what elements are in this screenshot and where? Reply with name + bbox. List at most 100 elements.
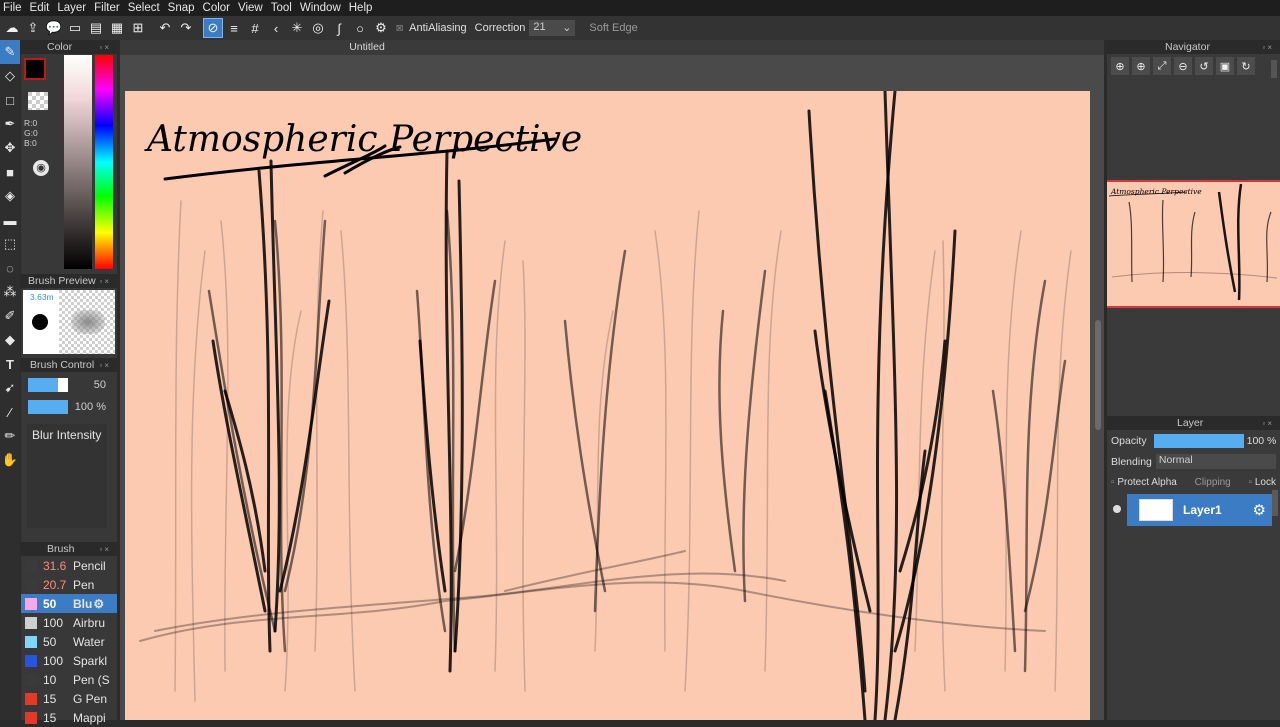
snap-settings-icon[interactable]: ⚙ bbox=[371, 18, 391, 38]
brush-item[interactable]: 15 G Pen bbox=[21, 689, 117, 708]
vertical-scrollbar[interactable] bbox=[1095, 320, 1101, 430]
brightness-slider[interactable] bbox=[64, 55, 92, 269]
brush-item[interactable]: 50 Water bbox=[21, 632, 117, 651]
rectangle-tool-icon[interactable]: □ bbox=[0, 88, 20, 112]
operation-tool-icon[interactable]: ➹ bbox=[0, 376, 20, 400]
pen-tool-icon[interactable]: ✒ bbox=[0, 112, 20, 136]
snap-perspective-icon[interactable]: ‹ bbox=[266, 18, 286, 38]
snap-grid-icon[interactable]: # bbox=[245, 18, 265, 38]
checkbox-icon[interactable]: ☒ bbox=[396, 24, 403, 33]
soft-edge-label[interactable]: Soft Edge bbox=[589, 22, 637, 34]
panel-controls-icon[interactable]: ▫× bbox=[99, 545, 111, 554]
eyedropper-tool-icon[interactable]: ✏ bbox=[0, 424, 20, 448]
menu-window[interactable]: Window bbox=[297, 2, 346, 14]
menu-view[interactable]: View bbox=[235, 2, 268, 14]
brush-item[interactable]: 100 Airbru bbox=[21, 613, 117, 632]
brush-opacity-slider[interactable]: 100 % bbox=[28, 398, 117, 416]
snap-radial-icon[interactable]: ✳ bbox=[287, 18, 307, 38]
drawing-canvas[interactable]: Atmospheric Perpective bbox=[125, 91, 1090, 720]
brush-size-slider[interactable]: 50 bbox=[28, 376, 117, 394]
clipping-checkbox[interactable]: Clipping bbox=[1195, 477, 1231, 488]
gradient-tool-icon[interactable]: ▬ bbox=[0, 208, 20, 232]
snap-off-icon[interactable]: ⊘ bbox=[203, 18, 223, 38]
menu-help[interactable]: Help bbox=[346, 2, 378, 14]
brush-name: Mappi bbox=[73, 710, 106, 725]
lock-checkbox[interactable]: ▫ Lock bbox=[1249, 477, 1276, 488]
brush-item[interactable]: 10 Pen (S bbox=[21, 670, 117, 689]
hand-tool-icon[interactable]: ✋ bbox=[0, 448, 20, 472]
fill-rect-tool-icon[interactable]: ■ bbox=[0, 160, 20, 184]
palette-icon[interactable]: ◉ bbox=[33, 160, 49, 176]
rotate-right-icon[interactable]: ↻ bbox=[1237, 57, 1255, 75]
select-pen-tool-icon[interactable]: ✐ bbox=[0, 304, 20, 328]
snap-curve-icon[interactable]: ∫ bbox=[329, 18, 349, 38]
snap-parallel-icon[interactable]: ≡ bbox=[224, 18, 244, 38]
snap-circle-icon[interactable]: ◎ bbox=[308, 18, 328, 38]
snap-ellipse-icon[interactable]: ○ bbox=[350, 18, 370, 38]
brush-item[interactable]: 15 Mappi bbox=[21, 708, 117, 727]
panel-controls-icon[interactable]: ▫× bbox=[1262, 419, 1274, 428]
menu-select[interactable]: Select bbox=[125, 2, 165, 14]
brush-item[interactable]: 20.7 Pen bbox=[21, 575, 117, 594]
text-tool-icon[interactable]: T bbox=[0, 352, 20, 376]
panel-controls-icon[interactable]: ▫× bbox=[99, 277, 111, 286]
layers-icon[interactable]: ▦ bbox=[107, 18, 127, 38]
magic-wand-tool-icon[interactable]: ⁂ bbox=[0, 280, 20, 304]
monitor-icon[interactable]: ▭ bbox=[65, 18, 85, 38]
fit-icon[interactable]: ⤢ bbox=[1153, 57, 1171, 75]
eraser-tool-icon[interactable]: ◇ bbox=[0, 64, 20, 88]
grid-icon[interactable]: ⊞ bbox=[128, 18, 148, 38]
menu-color[interactable]: Color bbox=[200, 2, 235, 14]
layer-scrollbar[interactable] bbox=[1272, 490, 1278, 516]
transparent-color-swatch[interactable] bbox=[28, 92, 48, 110]
comment-icon[interactable]: 💬 bbox=[44, 18, 64, 38]
brush-name: Sparkl bbox=[73, 653, 108, 668]
menu-file[interactable]: File bbox=[0, 2, 27, 14]
protect-alpha-label: Protect Alpha bbox=[1117, 477, 1177, 488]
undo-icon[interactable]: ↶ bbox=[155, 18, 175, 38]
export-icon[interactable]: ⇪ bbox=[23, 18, 43, 38]
foreground-color-swatch[interactable] bbox=[24, 58, 46, 80]
brush-mode-box[interactable]: Blur Intensity bbox=[27, 424, 107, 528]
zoom-out-icon[interactable]: ⊖ bbox=[1174, 57, 1192, 75]
zoom-in-icon[interactable]: ⊕ bbox=[1111, 57, 1129, 75]
hue-slider[interactable] bbox=[95, 55, 113, 269]
panel-controls-icon[interactable]: ▫× bbox=[1262, 43, 1274, 52]
select-eraser-tool-icon[interactable]: ◆ bbox=[0, 328, 20, 352]
brush-item[interactable]: 31.6 Pencil bbox=[21, 556, 117, 575]
protect-alpha-checkbox[interactable]: ▫ Protect Alpha bbox=[1111, 477, 1177, 488]
bucket-tool-icon[interactable]: ◈ bbox=[0, 184, 20, 208]
opacity-slider[interactable] bbox=[1153, 433, 1244, 448]
navigator-thumbnail[interactable]: Atmospheric Perpective bbox=[1107, 180, 1280, 308]
redo-icon[interactable]: ↷ bbox=[176, 18, 196, 38]
cloud-icon[interactable]: ☁ bbox=[2, 18, 22, 38]
menu-tool[interactable]: Tool bbox=[268, 2, 297, 14]
layer-item[interactable]: Layer1 ⚙ bbox=[1127, 494, 1272, 526]
document-icon[interactable]: ▤ bbox=[86, 18, 106, 38]
zoom-in-plus-icon[interactable]: ⊕ bbox=[1132, 57, 1150, 75]
correction-field[interactable]: 21 ⌄ bbox=[529, 20, 576, 36]
panel-controls-icon[interactable]: ▫× bbox=[99, 361, 111, 370]
brush-item[interactable]: 50 Blu ⚙ bbox=[21, 594, 117, 613]
navigator-scrollbar[interactable] bbox=[1271, 60, 1277, 78]
menu-edit[interactable]: Edit bbox=[27, 2, 55, 14]
brush-panel: Brush ▫× 31.6 Pencil 20.7 Pen 50 Blu ⚙ 100 Airbr… bbox=[21, 542, 117, 725]
brush-item[interactable]: 100 Sparkl bbox=[21, 651, 117, 670]
select-tool-icon[interactable]: ⬚ bbox=[0, 232, 20, 256]
antialiasing-label[interactable]: AntiAliasing bbox=[409, 22, 466, 34]
menu-snap[interactable]: Snap bbox=[165, 2, 200, 14]
rotate-left-icon[interactable]: ↺ bbox=[1195, 57, 1213, 75]
blending-select[interactable]: Normal bbox=[1155, 454, 1276, 469]
panel-controls-icon[interactable]: ▫× bbox=[99, 43, 111, 52]
gear-icon[interactable]: ⚙ bbox=[93, 597, 104, 611]
lasso-tool-icon[interactable]: ◌ bbox=[0, 256, 20, 280]
layer-visibility-icon[interactable] bbox=[1113, 505, 1121, 513]
fit-window-icon[interactable]: ▣ bbox=[1216, 57, 1234, 75]
dropper-tool-icon[interactable]: ⁄ bbox=[0, 400, 20, 424]
menu-filter[interactable]: Filter bbox=[91, 2, 125, 14]
canvas-area[interactable]: Untitled Atmospheric Perpective bbox=[120, 40, 1104, 720]
brush-tool-icon[interactable]: ✎ bbox=[0, 40, 20, 64]
gear-icon[interactable]: ⚙ bbox=[1253, 501, 1266, 519]
menu-layer[interactable]: Layer bbox=[54, 2, 91, 14]
move-tool-icon[interactable]: ✥ bbox=[0, 136, 20, 160]
